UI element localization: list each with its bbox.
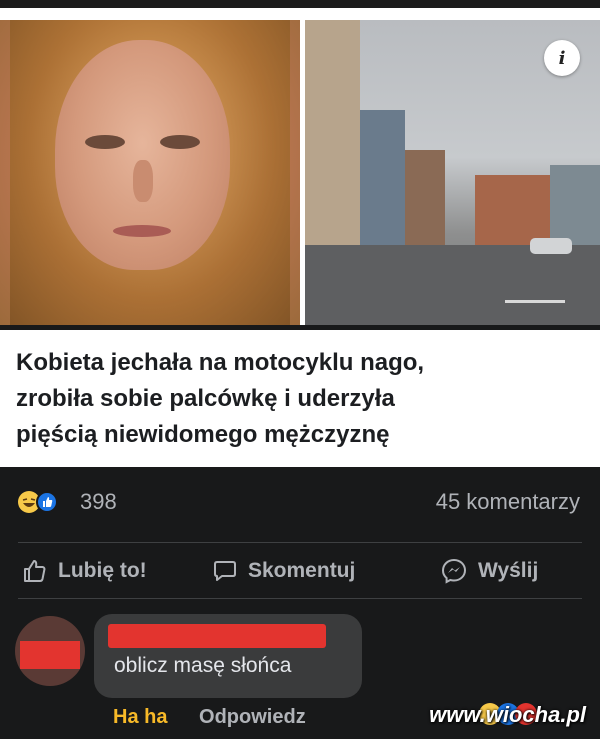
- face: [55, 40, 230, 270]
- reaction-count[interactable]: 398: [80, 489, 117, 515]
- comment-button[interactable]: Skomentuj: [212, 553, 355, 589]
- post-stats: 398 45 komentarzy: [0, 467, 600, 537]
- divider: [18, 542, 582, 543]
- comment-actions: Ha ha Odpowiedz: [113, 706, 306, 729]
- link-preview-headline-box[interactable]: Kobieta jechała na motocyklu nago, zrobi…: [0, 330, 600, 467]
- link-preview-images[interactable]: i: [0, 20, 600, 325]
- nose: [133, 160, 153, 202]
- headline-line: Kobieta jechała na motocyklu nago,: [16, 349, 425, 376]
- like-icon: [36, 491, 58, 513]
- right-eye: [160, 135, 200, 149]
- speech-bubble-icon: [214, 561, 236, 581]
- left-eye: [85, 135, 125, 149]
- send-button[interactable]: Wyślij: [440, 553, 538, 589]
- comment-label: Skomentuj: [248, 559, 356, 582]
- mugshot-photo: [0, 20, 300, 325]
- comment-bubble: oblicz masę słońca: [94, 614, 362, 698]
- comment-text: oblicz masę słońca: [114, 654, 292, 677]
- top-strip: [0, 0, 600, 8]
- watermark: www.wiocha.pl: [429, 702, 586, 727]
- action-bar: Lubię to! Skomentuj Wyślij: [0, 545, 600, 595]
- headline-line: zrobiła sobie palcówkę i uderzyła: [16, 385, 395, 412]
- info-icon[interactable]: i: [544, 40, 580, 76]
- divider: [18, 598, 582, 599]
- avatar[interactable]: [15, 616, 85, 686]
- thumbs-up-icon: [24, 560, 46, 582]
- messenger-icon: [441, 558, 467, 584]
- like-label: Lubię to!: [58, 559, 147, 582]
- reply-link[interactable]: Odpowiedz: [199, 706, 306, 728]
- author-name-redaction[interactable]: [108, 624, 326, 648]
- street-photo: i: [305, 20, 600, 325]
- comment-count[interactable]: 45 komentarzy: [436, 489, 580, 515]
- haha-reaction-link[interactable]: Ha ha: [113, 706, 167, 728]
- car: [530, 238, 572, 254]
- road: [305, 245, 600, 325]
- avatar-redaction: [20, 641, 80, 669]
- like-button[interactable]: Lubię to!: [22, 553, 147, 589]
- reaction-icons[interactable]: [18, 491, 62, 513]
- headline-line: pięścią niewidomego mężczyznę: [16, 421, 390, 448]
- send-label: Wyślij: [478, 559, 539, 582]
- headline: Kobieta jechała na motocyklu nago, zrobi…: [16, 345, 586, 453]
- mouth: [113, 225, 171, 237]
- top-gap: [0, 8, 600, 20]
- road-marking: [505, 300, 565, 303]
